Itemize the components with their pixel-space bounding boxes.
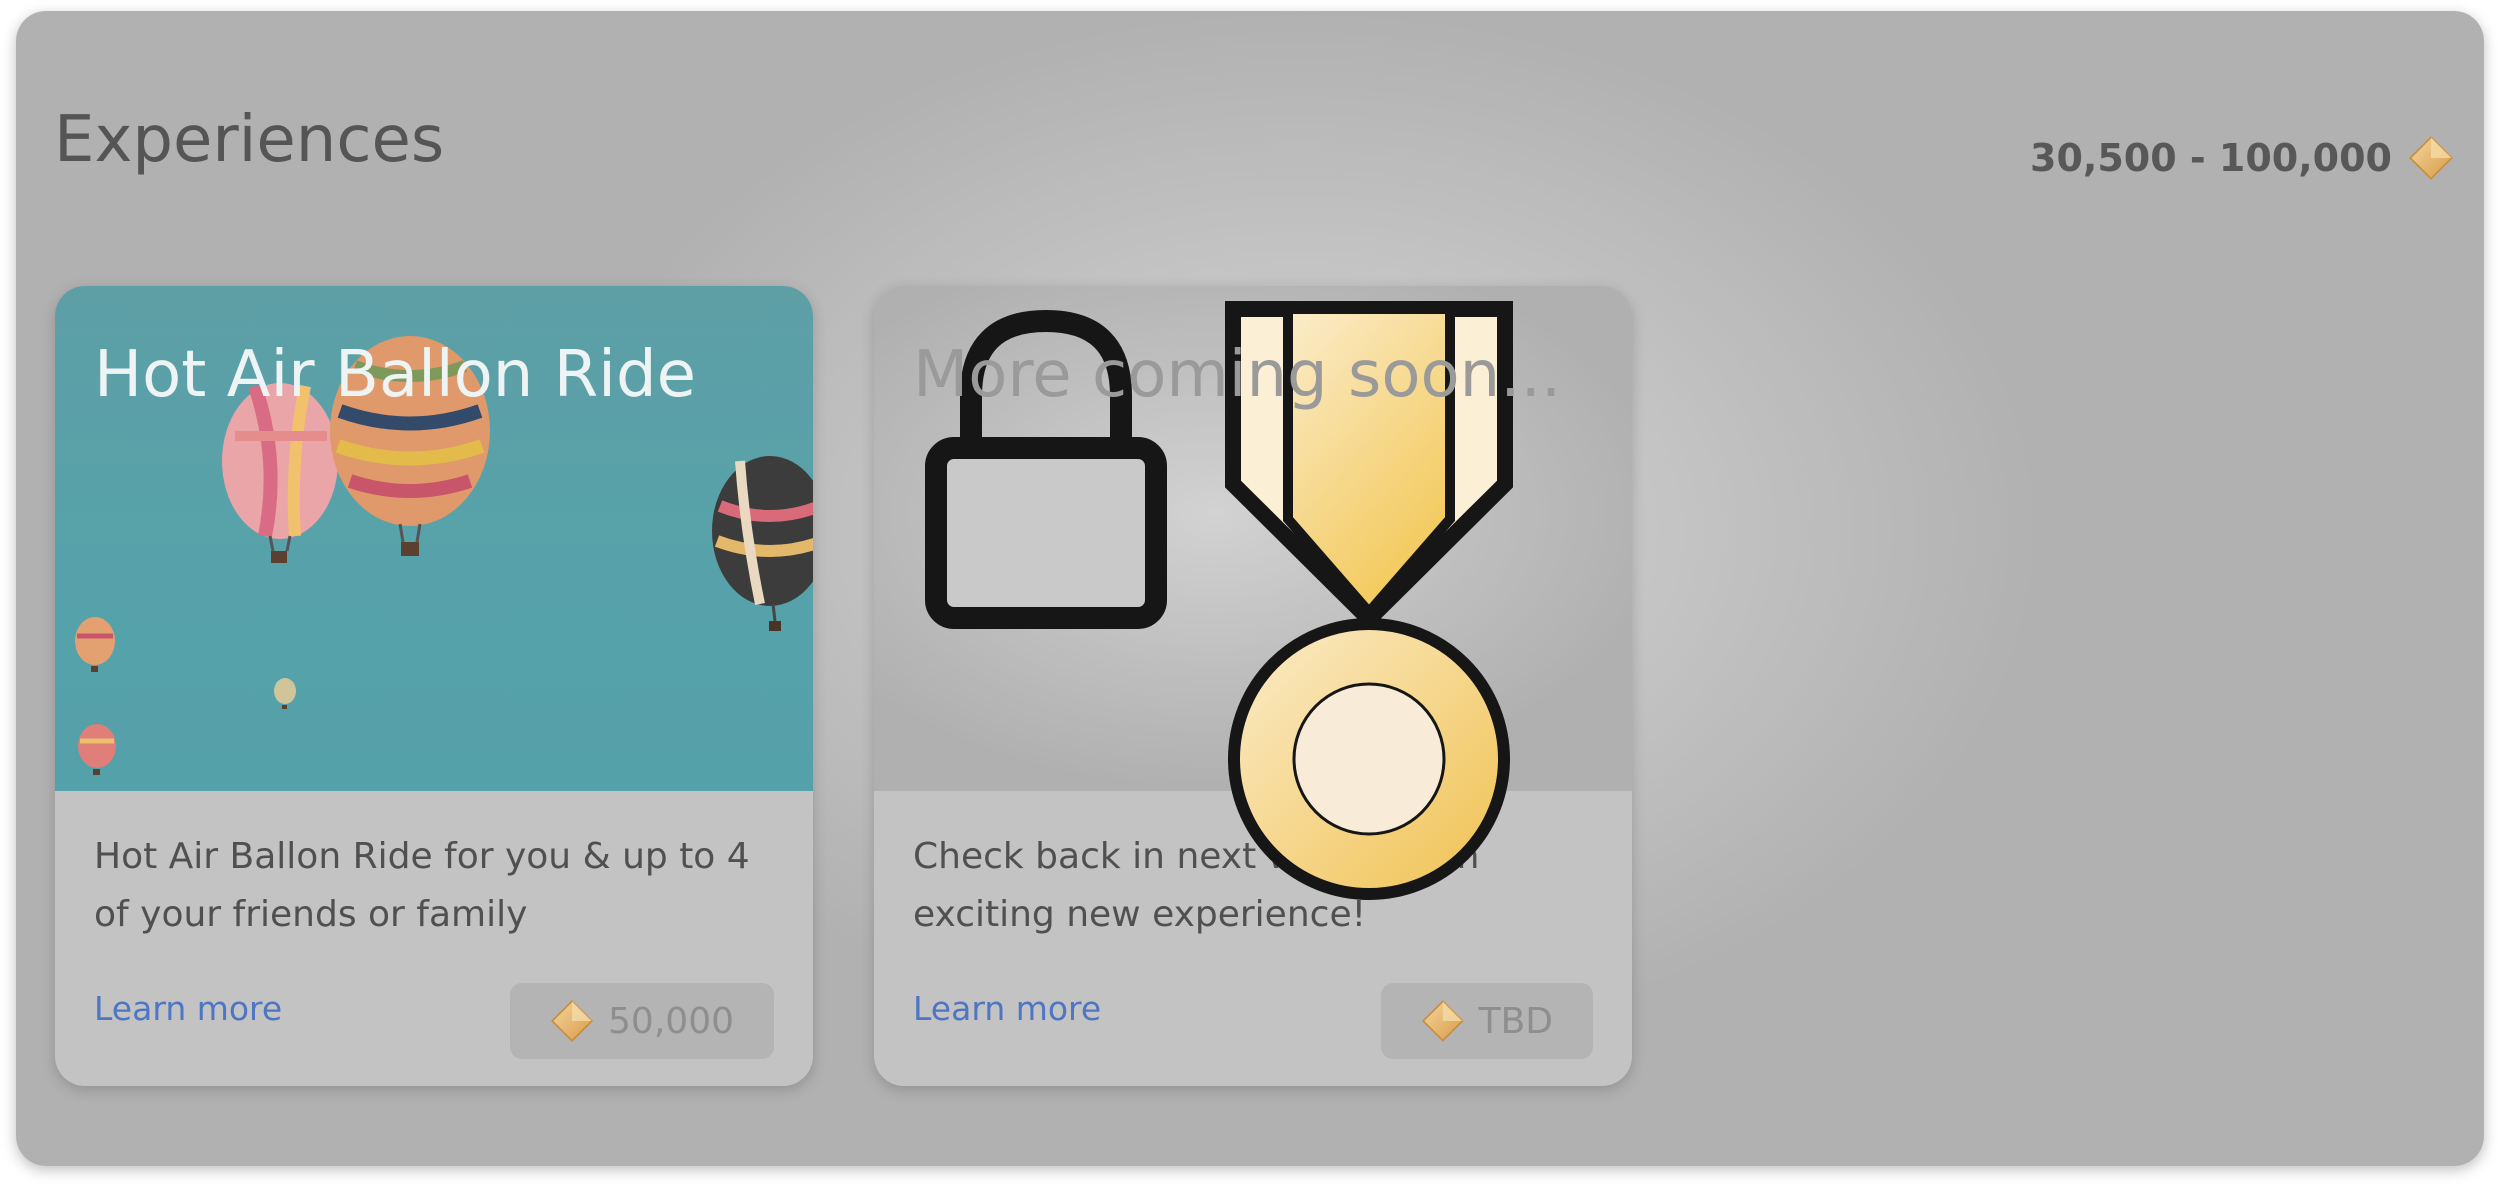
price-value: TBD	[1478, 1000, 1553, 1042]
section-title: Experiences	[54, 103, 445, 177]
experiences-panel: Experiences 30,500 - 100,000 Hot Air Bal…	[16, 11, 2484, 1166]
balloon-small-3	[274, 678, 296, 709]
gem-icon	[2409, 136, 2453, 180]
learn-more-link[interactable]: Learn more	[94, 989, 282, 1028]
card-description: Hot Air Ballon Ride for you & up to 4 of…	[94, 836, 750, 935]
points-range-label: 30,500 - 100,000	[2030, 136, 2392, 180]
price-button[interactable]: TBD	[1381, 983, 1593, 1059]
price-button[interactable]: 50,000	[510, 983, 774, 1059]
balloon-3	[712, 456, 813, 631]
learn-more-link[interactable]: Learn more	[913, 989, 1101, 1028]
balloon-small-1	[75, 617, 115, 672]
points-range: 30,500 - 100,000	[2030, 135, 2454, 181]
experience-card-hot-air-balloon[interactable]: Hot Air Ballon Ride Hot Air Ballon Ride …	[55, 286, 813, 1086]
price-value: 50,000	[608, 1000, 734, 1042]
balloon-small-2	[78, 724, 116, 775]
gem-icon	[1422, 1000, 1464, 1042]
gem-icon	[551, 1000, 593, 1042]
card-title: More coming soon...	[913, 338, 1562, 412]
card-title: Hot Air Ballon Ride	[94, 338, 696, 412]
